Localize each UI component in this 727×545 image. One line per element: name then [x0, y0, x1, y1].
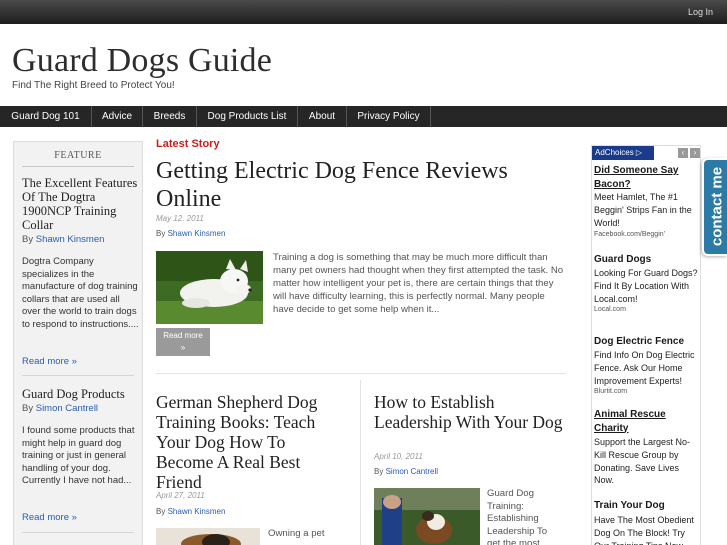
- dog-on-grass-image: [156, 251, 263, 324]
- ad-body[interactable]: Looking For Guard Dogs? Find It By Locat…: [594, 267, 698, 305]
- ad-next-icon[interactable]: ›: [690, 148, 700, 158]
- feature-heading: FEATURE: [22, 150, 134, 167]
- nav-item-guard-dog-101[interactable]: Guard Dog 101: [0, 106, 92, 127]
- contact-me-label: contact me: [708, 166, 726, 247]
- ad-title[interactable]: Animal Rescue Charity: [594, 408, 698, 435]
- sidebar-post-excerpt: I found some products that might help in…: [22, 425, 135, 487]
- sidebar-post-title[interactable]: Guard Dog Products: [22, 387, 140, 401]
- post-title[interactable]: German Shepherd Dog Training Books: Teac…: [156, 392, 346, 492]
- post-thumbnail[interactable]: [374, 488, 480, 545]
- post-date: April 27, 2011: [156, 491, 205, 500]
- post-byline: By Shawn Kinsmen: [156, 507, 225, 516]
- adchoices-icon: ▷: [635, 148, 643, 157]
- site-tagline: Find The Right Breed to Protect You!: [12, 80, 175, 91]
- post-excerpt: Guard Dog Training: Establishing Leaders…: [487, 488, 548, 545]
- top-bar: Log In: [0, 0, 727, 24]
- featured-post-title[interactable]: Getting Electric Dog Fence Reviews Onlin…: [156, 157, 566, 213]
- ads-sidebar: AdChoices ▷ ‹ › Did Someone Say Bacon? M…: [591, 145, 701, 545]
- ad-body[interactable]: Meet Hamlet, The #1 Beggin' Strips Fan i…: [594, 191, 698, 229]
- ad-body[interactable]: Find Info On Dog Electric Fence. Ask Our…: [594, 349, 698, 387]
- ad-title[interactable]: Did Someone Say Bacon?: [594, 164, 698, 191]
- byline-prefix: By: [22, 403, 34, 414]
- contact-me-tab[interactable]: contact me: [702, 158, 727, 256]
- nav-item-about[interactable]: About: [298, 106, 347, 127]
- ad-body[interactable]: Have The Most Obedient Dog On The Block!…: [594, 514, 698, 545]
- featured-post-date: May 12, 2011: [156, 214, 204, 223]
- german-shepherd-image: [156, 528, 260, 545]
- author-link[interactable]: Simon Cantrell: [36, 403, 98, 414]
- feature-sidebar: FEATURE The Excellent Features Of The Do…: [13, 141, 143, 545]
- adchoices-label: AdChoices: [595, 148, 634, 157]
- nav-item-dog-products-list[interactable]: Dog Products List: [197, 106, 298, 127]
- divider: [22, 532, 134, 533]
- ad-prev-icon[interactable]: ‹: [678, 148, 688, 158]
- author-link[interactable]: Shawn Kinsmen: [168, 229, 226, 238]
- ad-url[interactable]: Facebook.com/Beggin': [594, 231, 665, 238]
- dog-training-image: [374, 488, 480, 545]
- login-link[interactable]: Log In: [688, 7, 713, 17]
- sidebar-post-byline: By Simon Cantrell: [22, 403, 98, 414]
- ad-title[interactable]: Train Your Dog: [594, 499, 698, 513]
- ad-url[interactable]: Blurtit.com: [594, 388, 627, 395]
- ad-title-text[interactable]: Did Someone Say Bacon?: [594, 165, 678, 190]
- nav-item-privacy-policy[interactable]: Privacy Policy: [347, 106, 431, 127]
- read-more-button[interactable]: Read more »: [156, 328, 210, 356]
- post-title[interactable]: How to Establish Leadership With Your Do…: [374, 392, 564, 432]
- featured-post-byline: By Shawn Kinsmen: [156, 229, 225, 238]
- ad-title-text[interactable]: Animal Rescue Charity: [594, 409, 666, 434]
- sidebar-post-excerpt: Dogtra Company specializes in the manufa…: [22, 256, 139, 330]
- featured-post-excerpt: Training a dog is something that may be …: [273, 252, 564, 315]
- sidebar-post-title[interactable]: The Excellent Features Of The Dogtra 190…: [22, 176, 140, 232]
- author-link[interactable]: Simon Cantrell: [386, 467, 438, 476]
- byline-prefix: By: [374, 467, 384, 476]
- post-date: April 10, 2011: [374, 452, 423, 461]
- author-link[interactable]: Shawn Kinsmen: [168, 507, 226, 516]
- main-nav: Guard Dog 101 Advice Breeds Dog Products…: [0, 106, 727, 127]
- sidebar-post-byline: By Shawn Kinsmen: [22, 234, 104, 245]
- author-link[interactable]: Shawn Kinsmen: [36, 234, 105, 245]
- read-more-label: Read more: [163, 331, 203, 340]
- divider: [22, 375, 134, 376]
- column-divider: [360, 380, 361, 545]
- divider: [156, 373, 566, 374]
- nav-item-advice[interactable]: Advice: [92, 106, 143, 127]
- post-byline: By Simon Cantrell: [374, 467, 438, 476]
- ad-header: AdChoices ▷ ‹ ›: [592, 146, 700, 160]
- post-thumbnail[interactable]: [156, 528, 260, 545]
- read-more-link[interactable]: Read more »: [22, 512, 77, 523]
- ad-url[interactable]: Local.com: [594, 306, 626, 313]
- ad-body[interactable]: Support the Largest No-Kill Rescue Group…: [594, 436, 698, 487]
- read-more-link[interactable]: Read more »: [22, 356, 77, 367]
- read-more-arrow: »: [180, 343, 186, 352]
- byline-prefix: By: [22, 234, 34, 245]
- ad-title[interactable]: Dog Electric Fence: [594, 335, 698, 349]
- ad-title[interactable]: Guard Dogs: [594, 253, 698, 267]
- post-excerpt: Owning a pet: [268, 528, 325, 539]
- site-title[interactable]: Guard Dogs Guide: [12, 42, 272, 80]
- latest-story-label: Latest Story: [156, 138, 220, 150]
- featured-post-thumbnail[interactable]: [156, 251, 263, 324]
- byline-prefix: By: [156, 229, 166, 238]
- adchoices-badge[interactable]: AdChoices ▷: [592, 146, 654, 160]
- nav-item-breeds[interactable]: Breeds: [143, 106, 197, 127]
- byline-prefix: By: [156, 507, 166, 516]
